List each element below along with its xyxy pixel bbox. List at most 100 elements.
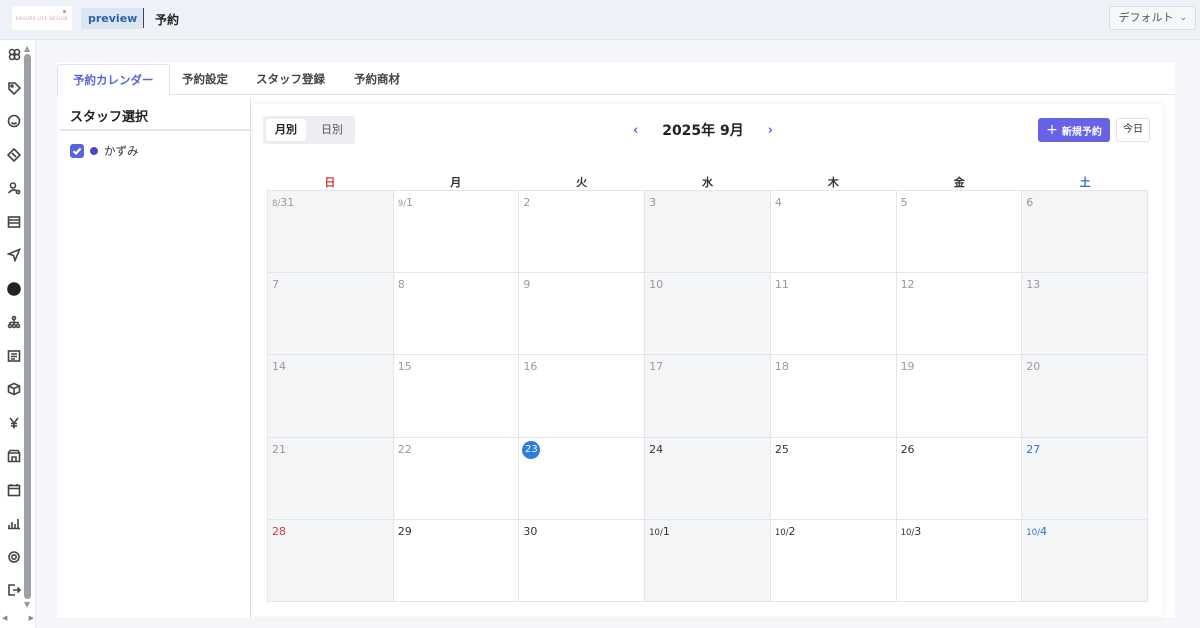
sidebar-scrollbar[interactable] (24, 54, 31, 599)
weekday-label: 金 (953, 176, 965, 189)
date-day: 9 (523, 278, 531, 292)
calendar-day-cell[interactable]: 27 (1022, 437, 1148, 520)
date-number: 18 (775, 360, 789, 373)
date-number: 20 (1026, 360, 1040, 373)
calendar-day-cell[interactable]: 7 (268, 273, 394, 356)
month-view-button[interactable]: 月別 (266, 119, 306, 141)
view-preset-value: デフォルト (1118, 11, 1174, 24)
calendar-day-cell[interactable]: 9/1 (393, 191, 520, 274)
brand-logo-text: KAGURA LIFE DESIGN (16, 15, 68, 21)
staff-color-dot (90, 147, 98, 155)
calendar-day-cell[interactable]: 10/3 (896, 519, 1023, 602)
hierarchy-icon[interactable] (6, 314, 22, 330)
calendar-day-cell[interactable]: 30 (519, 519, 646, 602)
document-icon[interactable] (6, 348, 22, 364)
scroll-left-icon[interactable]: ◀ (2, 614, 7, 626)
date-month-prefix: 10/ (649, 527, 663, 538)
date-number: 24 (649, 443, 663, 456)
date-day: 10 (649, 278, 664, 292)
calendar-day-cell[interactable]: 9 (519, 273, 646, 356)
horizontal-scroll-arrows[interactable]: ◀ ▶ (0, 614, 36, 626)
staff-checkbox[interactable] (70, 144, 84, 158)
calendar-day-cell[interactable]: 29 (393, 519, 520, 602)
calendar-day-cell[interactable]: 24 (645, 437, 771, 520)
tab-1[interactable]: 予約設定 (167, 64, 243, 96)
calendar-day-cell[interactable]: 14 (268, 355, 394, 438)
chart-icon[interactable] (6, 515, 22, 531)
staff-item[interactable]: かずみ (70, 143, 139, 159)
calendar-day-cell[interactable]: 6 (1022, 191, 1148, 274)
smile-icon[interactable] (6, 113, 22, 129)
calendar-day-cell[interactable]: 21 (268, 437, 394, 520)
calendar-day-cell[interactable]: 22 (393, 437, 520, 520)
user-search-icon[interactable] (6, 180, 22, 196)
date-day: 2 (788, 524, 796, 538)
calendar-day-cell[interactable]: 15 (393, 355, 520, 438)
users-icon[interactable] (6, 46, 22, 62)
calendar-day-cell[interactable]: 11 (770, 273, 897, 356)
line-icon[interactable] (6, 281, 22, 297)
scroll-right-icon[interactable]: ▶ (29, 614, 34, 626)
month-navigator: ‹ 2025年 9月 › (633, 120, 773, 140)
calendar-day-cell[interactable]: 23 (519, 437, 646, 520)
date-day: 11 (774, 278, 789, 292)
date-number: 22 (398, 443, 412, 456)
calendar-day-cell[interactable]: 18 (770, 355, 897, 438)
weekday-label: 土 (1079, 176, 1091, 189)
yen-icon[interactable] (6, 415, 22, 431)
calendar-day-cell[interactable]: 3 (645, 191, 771, 274)
calendar-day-cell[interactable]: 4 (770, 191, 897, 274)
scroll-down-arrow-icon[interactable]: ▼ (24, 600, 30, 609)
calendar-day-cell[interactable]: 26 (896, 437, 1023, 520)
date-number: 28 (272, 525, 286, 538)
calendar-day-cell[interactable]: 10/1 (645, 519, 771, 602)
store-icon[interactable] (6, 448, 22, 464)
date-number: 13 (1026, 278, 1040, 291)
date-number: 8/31 (272, 196, 294, 209)
date-number: 6 (1026, 196, 1033, 209)
date-day: 8 (397, 278, 405, 292)
tab-3[interactable]: 予約商材 (339, 64, 415, 96)
ticket-icon[interactable] (6, 147, 22, 163)
date-number: 7 (272, 278, 279, 291)
today-button[interactable]: 今日 (1116, 118, 1150, 142)
tab-0[interactable]: 予約カレンダー (57, 64, 170, 96)
calendar-day-cell[interactable]: 2 (519, 191, 646, 274)
date-number: 21 (272, 443, 286, 456)
logout-icon[interactable] (6, 582, 22, 598)
brand-logo[interactable]: KAGURA LIFE DESIGN (12, 6, 72, 30)
date-day: 2 (523, 196, 531, 209)
date-day: 30 (523, 524, 538, 538)
box-icon[interactable] (6, 381, 22, 397)
tab-bar: 予約カレンダー 予約設定 スタッフ登録 予約商材 (57, 64, 1175, 96)
calendar-day-cell[interactable]: 10 (645, 273, 771, 356)
date-number: 9/1 (398, 196, 413, 209)
scroll-up-arrow-icon[interactable]: ▲ (24, 44, 30, 53)
send-icon[interactable] (6, 247, 22, 263)
calendar-day-cell[interactable]: 16 (519, 355, 646, 438)
gear-icon[interactable] (6, 549, 22, 565)
calendar-day-cell[interactable]: 10/2 (770, 519, 897, 602)
calendar-day-cell[interactable]: 19 (896, 355, 1023, 438)
calendar-day-cell[interactable]: 25 (770, 437, 897, 520)
new-reservation-button[interactable]: + 新規予約 (1038, 118, 1110, 142)
tab-2[interactable]: スタッフ登録 (241, 64, 340, 96)
tag-icon[interactable] (6, 80, 22, 96)
calendar-day-cell[interactable]: 8/31 (268, 191, 394, 274)
view-preset-select[interactable]: デフォルト ⌄ (1109, 6, 1196, 30)
calendar-day-cell[interactable]: 8 (393, 273, 520, 356)
calendar-day-cell[interactable]: 20 (1022, 355, 1148, 438)
next-month-icon[interactable]: › (768, 123, 773, 138)
calendar-day-cell[interactable]: 10/4 (1022, 519, 1148, 602)
day-view-button[interactable]: 日別 (312, 119, 352, 141)
calendar-day-cell[interactable]: 5 (896, 191, 1023, 274)
preview-badge[interactable]: preview (81, 8, 145, 29)
date-number: 9 (523, 278, 530, 291)
prev-month-icon[interactable]: ‹ (633, 123, 638, 138)
calendar-day-cell[interactable]: 28 (268, 519, 394, 602)
calendar-day-cell[interactable]: 17 (645, 355, 771, 438)
list-icon[interactable] (6, 214, 22, 230)
calendar-day-cell[interactable]: 12 (896, 273, 1023, 356)
calendar-day-cell[interactable]: 13 (1022, 273, 1148, 356)
calendar-icon[interactable] (6, 482, 22, 498)
